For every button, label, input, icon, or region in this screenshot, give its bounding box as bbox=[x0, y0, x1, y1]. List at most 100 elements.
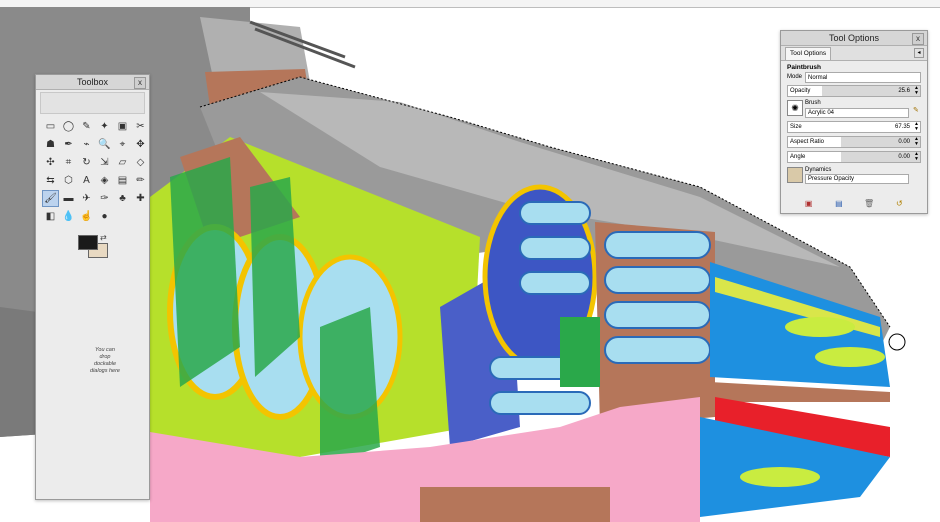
swap-colors-icon[interactable]: ⇄ bbox=[100, 233, 107, 242]
dynamics-row: Dynamics Pressure Opacity bbox=[787, 167, 921, 184]
brush-edit-icon[interactable]: ✎ bbox=[913, 107, 921, 115]
angle-slider[interactable]: Angle 0.00 ▲ ▼ bbox=[787, 151, 921, 163]
size-slider[interactable]: Size 67.35 ▲ ▼ bbox=[787, 121, 921, 133]
tool-options-bottom-bar: ▣ ▤ 🗑 ↺ bbox=[781, 199, 927, 209]
scissors-select-icon[interactable]: ✂ bbox=[132, 118, 149, 135]
airbrush-icon[interactable]: ✈ bbox=[78, 190, 95, 207]
delete-preset-icon[interactable]: 🗑 bbox=[863, 199, 875, 208]
mode-row: Mode Normal bbox=[787, 72, 921, 83]
foreground-select-icon[interactable]: ☗ bbox=[42, 136, 59, 153]
ink-icon[interactable]: ✑ bbox=[96, 190, 113, 207]
aspect-spin-icon[interactable]: ▲ ▼ bbox=[914, 137, 919, 147]
tube-mid-3 bbox=[519, 271, 591, 295]
heal-icon[interactable]: ✚ bbox=[132, 190, 149, 207]
mode-label: Mode bbox=[787, 74, 803, 80]
toolbox-title: Toolbox bbox=[76, 77, 109, 87]
eraser-icon[interactable]: ▬ bbox=[60, 190, 77, 207]
free-select-icon[interactable]: ✎ bbox=[78, 118, 95, 135]
opacity-value: 25.6 bbox=[898, 88, 910, 94]
size-label: Size bbox=[790, 124, 802, 130]
aspect-ratio-label: Aspect Ratio bbox=[790, 139, 825, 145]
mode-value: Normal bbox=[808, 75, 828, 81]
toolbox-titlebar[interactable]: Toolbox x bbox=[36, 75, 149, 90]
brush-row: ✺ Brush Acrylic 04 ✎ bbox=[787, 100, 921, 118]
foreground-color-swatch[interactable] bbox=[78, 235, 98, 250]
brush-cursor bbox=[888, 333, 906, 351]
crop-icon[interactable]: ⌗ bbox=[60, 154, 77, 171]
dock-drop-hint: You can drop dockable dialogs here bbox=[90, 347, 120, 374]
rotate-icon[interactable]: ↻ bbox=[78, 154, 95, 171]
dynamics-label: Dynamics bbox=[805, 167, 832, 173]
toolbox-close-button[interactable]: x bbox=[134, 77, 146, 89]
tool-options-dialog[interactable]: Tool Options x Tool Options ◂ Paintbrush… bbox=[780, 30, 928, 214]
bucket-fill-icon[interactable]: ◈ bbox=[96, 172, 113, 189]
color-select-icon[interactable]: ▣ bbox=[114, 118, 131, 135]
dynamics-icon[interactable] bbox=[787, 167, 803, 183]
scale-icon[interactable]: ⇲ bbox=[96, 154, 113, 171]
flip-icon[interactable]: ⇆ bbox=[42, 172, 59, 189]
tube-mid-1 bbox=[519, 201, 591, 225]
keel-brown bbox=[420, 487, 610, 522]
opacity-slider[interactable]: Opacity 25.6 ▲ ▼ bbox=[787, 85, 921, 97]
blur-icon[interactable]: 💧 bbox=[60, 208, 77, 225]
tube-right-3 bbox=[604, 301, 711, 329]
tool-options-titlebar[interactable]: Tool Options x bbox=[781, 31, 927, 46]
angle-spin-icon[interactable]: ▲ ▼ bbox=[914, 152, 919, 162]
bow-torpedo-2 bbox=[815, 347, 885, 367]
zoom-icon[interactable]: 🔍 bbox=[96, 136, 113, 153]
tube-right-2 bbox=[604, 266, 711, 294]
panel-green bbox=[560, 317, 600, 387]
toolbox-dialog[interactable]: Toolbox x ▭ ◯ ✎ ✦ ▣ ✂ ☗ ✒ ⌁ 🔍 ⌖ ✥ ✣ ⌗ ↻ ⇲ ▱ ◇ ⇆ ⬡ A ◈ ▤ ✏ 🖌 ▬ ✈ ✑ ♣ ✚… bbox=[35, 74, 150, 500]
ellipse-select-icon[interactable]: ◯ bbox=[60, 118, 77, 135]
tool-options-title: Tool Options bbox=[828, 33, 880, 43]
tool-name: Paintbrush bbox=[787, 64, 821, 71]
align-icon[interactable]: ✣ bbox=[42, 154, 59, 171]
text-icon[interactable]: A bbox=[78, 172, 95, 189]
bow-torpedo-3 bbox=[740, 467, 820, 487]
brush-label: Brush bbox=[805, 100, 821, 106]
brush-preview-icon[interactable]: ✺ bbox=[787, 100, 803, 116]
angle-label: Angle bbox=[790, 154, 806, 160]
perspective-icon[interactable]: ◇ bbox=[132, 154, 149, 171]
paths-icon[interactable]: ✒ bbox=[60, 136, 77, 153]
aspect-ratio-slider[interactable]: Aspect Ratio 0.00 ▲ ▼ bbox=[787, 136, 921, 148]
toolbox-wilber-banner bbox=[40, 92, 145, 114]
cage-icon[interactable]: ⬡ bbox=[60, 172, 77, 189]
size-spin-icon[interactable]: ▲ ▼ bbox=[914, 122, 919, 132]
tube-mid-2 bbox=[519, 236, 591, 260]
paintbrush-icon[interactable]: 🖌 bbox=[42, 190, 59, 207]
tube-low-2 bbox=[489, 391, 591, 415]
blend-icon[interactable]: ▤ bbox=[114, 172, 131, 189]
clone-icon[interactable]: ♣ bbox=[114, 190, 131, 207]
dynamics-value[interactable]: Pressure Opacity bbox=[805, 174, 909, 184]
reset-options-icon[interactable]: ↺ bbox=[893, 199, 905, 208]
tool-options-tabbar: Tool Options ◂ bbox=[781, 46, 927, 61]
tab-menu-icon[interactable]: ◂ bbox=[914, 48, 924, 58]
color-picker-icon[interactable]: ⌁ bbox=[78, 136, 95, 153]
frame-green-1 bbox=[170, 157, 240, 387]
fuzzy-select-icon[interactable]: ✦ bbox=[96, 118, 113, 135]
save-preset-icon[interactable]: ▣ bbox=[803, 199, 815, 208]
dodge-burn-icon[interactable]: ● bbox=[96, 208, 113, 225]
perspective-clone-icon[interactable]: ◧ bbox=[42, 208, 59, 225]
mode-select[interactable]: Normal bbox=[805, 72, 921, 83]
tool-grid: ▭ ◯ ✎ ✦ ▣ ✂ ☗ ✒ ⌁ 🔍 ⌖ ✥ ✣ ⌗ ↻ ⇲ ▱ ◇ ⇆ ⬡ A ◈ ▤ ✏ 🖌 ▬ ✈ ✑ ♣ ✚ ◧ 💧 ☝ ● bbox=[36, 116, 149, 227]
color-area[interactable]: ⇄ bbox=[76, 233, 112, 263]
measure-icon[interactable]: ⌖ bbox=[114, 136, 131, 153]
move-icon[interactable]: ✥ bbox=[132, 136, 149, 153]
rect-select-icon[interactable]: ▭ bbox=[42, 118, 59, 135]
smudge-icon[interactable]: ☝ bbox=[78, 208, 95, 225]
pencil-icon[interactable]: ✏ bbox=[132, 172, 149, 189]
brush-value[interactable]: Acrylic 04 bbox=[805, 108, 909, 118]
restore-preset-icon[interactable]: ▤ bbox=[833, 199, 845, 208]
frame-green-3 bbox=[320, 307, 380, 467]
opacity-spin-icon[interactable]: ▲ ▼ bbox=[914, 86, 919, 96]
tube-right-1 bbox=[604, 231, 711, 259]
angle-value: 0.00 bbox=[898, 154, 910, 160]
tool-options-close-button[interactable]: x bbox=[912, 33, 924, 45]
tube-right-4 bbox=[604, 336, 711, 364]
size-value: 67.35 bbox=[894, 124, 910, 130]
shear-icon[interactable]: ▱ bbox=[114, 154, 131, 171]
tab-tool-options[interactable]: Tool Options bbox=[785, 47, 832, 60]
bow-torpedo-1 bbox=[785, 317, 855, 337]
